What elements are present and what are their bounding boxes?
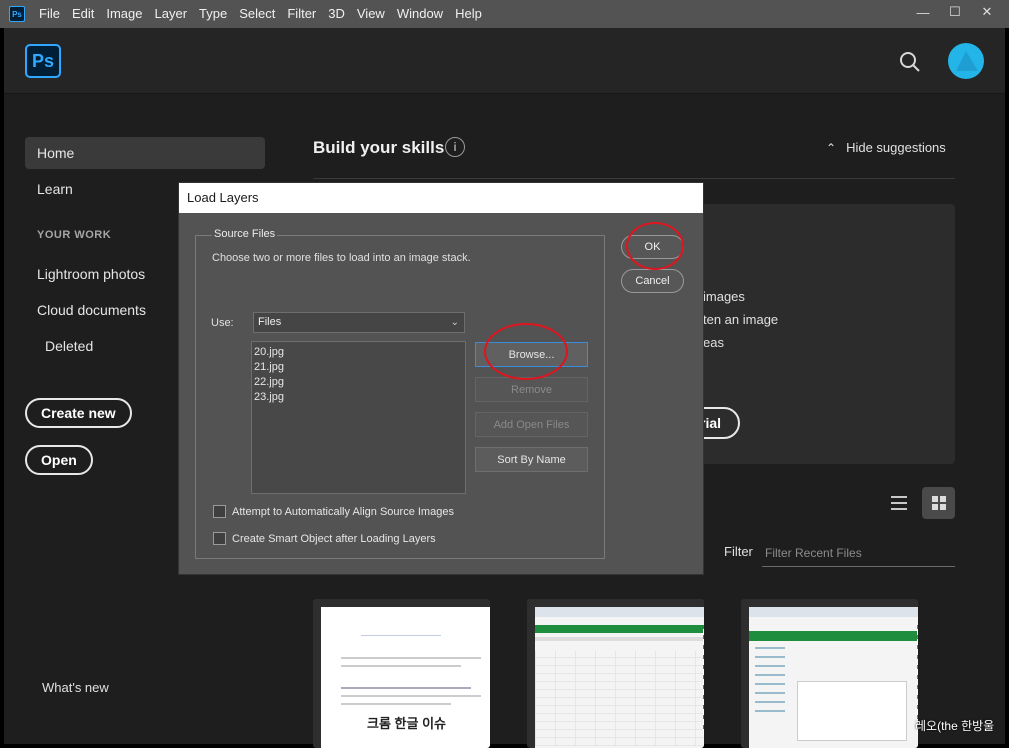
align-images-label: Attempt to Automatically Align Source Im…	[232, 505, 454, 518]
file-list-item[interactable]: 21.jpg	[254, 360, 463, 375]
search-icon[interactable]	[899, 51, 921, 73]
hide-suggestions-button[interactable]: ⌃ Hide suggestions	[826, 140, 946, 155]
suggestion-line: eas	[703, 335, 724, 350]
suggestion-line: ten an image	[703, 312, 779, 327]
sort-by-name-button[interactable]: Sort By Name	[475, 447, 588, 472]
smart-object-checkbox[interactable]	[213, 532, 226, 545]
file-list-item[interactable]: 23.jpg	[254, 390, 463, 405]
photoshop-app-icon: Ps	[9, 6, 25, 22]
align-images-option[interactable]: Attempt to Automatically Align Source Im…	[213, 505, 454, 518]
info-icon[interactable]: i	[445, 137, 465, 157]
annotation-circle-browse	[484, 323, 568, 380]
menu-image[interactable]: Image	[100, 0, 148, 28]
create-new-button[interactable]: Create new	[25, 398, 132, 428]
file-list-item[interactable]: 22.jpg	[254, 375, 463, 390]
menu-layer[interactable]: Layer	[149, 0, 194, 28]
avatar[interactable]	[948, 43, 984, 79]
watermark-text: 레오(the 한방울	[915, 719, 995, 733]
section-divider	[313, 178, 955, 179]
your-work-heading: YOUR WORK	[37, 229, 112, 241]
sidebar-item-home[interactable]: Home	[25, 137, 265, 169]
suggestion-line: images	[703, 289, 745, 304]
menu-help[interactable]: Help	[449, 0, 488, 28]
source-files-legend: Source Files	[212, 228, 278, 240]
source-file-list[interactable]: 20.jpg 21.jpg 22.jpg 23.jpg	[251, 341, 466, 494]
menu-3d[interactable]: 3D	[322, 0, 351, 28]
build-skills-title: Build your skills	[313, 138, 445, 157]
remove-button[interactable]: Remove	[475, 377, 588, 402]
source-files-group: Source Files Choose two or more files to…	[195, 228, 605, 559]
menu-select[interactable]: Select	[233, 0, 281, 28]
menu-bar: Ps File Edit Image Layer Type Select Fil…	[0, 0, 1009, 28]
photoshop-logo[interactable]: Ps	[25, 44, 61, 78]
document-preview: 크롬 한글 이슈	[321, 607, 490, 748]
open-button[interactable]: Open	[25, 445, 93, 475]
smart-object-label: Create Smart Object after Loading Layers	[232, 532, 436, 545]
annotation-circle-ok	[626, 222, 684, 270]
whats-new-link[interactable]: What's new	[42, 680, 109, 695]
maximize-button[interactable]: ☐	[939, 0, 971, 24]
filter-label: Filter	[724, 544, 753, 559]
menu-file[interactable]: File	[33, 0, 66, 28]
list-view-icon[interactable]	[886, 490, 912, 516]
menu-edit[interactable]: Edit	[66, 0, 100, 28]
menu-window[interactable]: Window	[391, 0, 449, 28]
chevron-up-icon: ⌃	[826, 141, 837, 155]
webpage-preview	[749, 607, 918, 748]
load-layers-dialog: Load Layers Source Files Choose two or m…	[178, 182, 704, 575]
menu-filter[interactable]: Filter	[281, 0, 322, 28]
recent-file-thumbnail[interactable]: 크롬 한글 이슈	[313, 599, 490, 748]
use-label: Use:	[211, 317, 234, 329]
cancel-button[interactable]: Cancel	[621, 269, 684, 293]
window-controls: — ☐ ✕	[907, 0, 1003, 24]
use-dropdown[interactable]: Files ⌄	[253, 312, 465, 333]
minimize-button[interactable]: —	[907, 0, 939, 24]
menu-type[interactable]: Type	[193, 0, 233, 28]
thumbnail-caption: 크롬 한글 이슈	[367, 716, 446, 731]
dialog-title: Load Layers	[179, 183, 703, 213]
hide-suggestions-label: Hide suggestions	[846, 140, 946, 155]
instruction-text: Choose two or more files to load into an…	[212, 252, 471, 264]
file-list-item[interactable]: 20.jpg	[254, 345, 463, 360]
use-dropdown-value: Files	[258, 316, 282, 328]
close-button[interactable]: ✕	[971, 0, 1003, 24]
menu-view[interactable]: View	[351, 0, 391, 28]
grid-view-icon[interactable]	[922, 487, 955, 519]
spreadsheet-preview	[535, 607, 704, 748]
add-open-files-button[interactable]: Add Open Files	[475, 412, 588, 437]
recent-file-thumbnail[interactable]	[527, 599, 704, 748]
home-header	[4, 28, 1005, 94]
chevron-down-icon: ⌄	[450, 317, 459, 328]
filter-recent-files-input[interactable]	[762, 540, 955, 567]
smart-object-option[interactable]: Create Smart Object after Loading Layers	[213, 532, 436, 545]
align-images-checkbox[interactable]	[213, 505, 226, 518]
recent-file-thumbnail[interactable]	[741, 599, 918, 748]
